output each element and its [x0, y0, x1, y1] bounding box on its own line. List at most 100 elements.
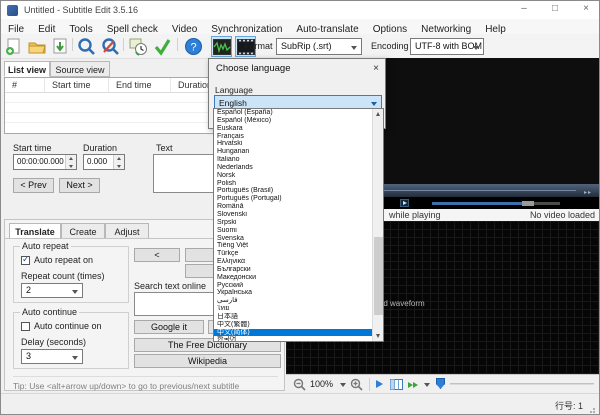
- language-option[interactable]: ไทย: [214, 305, 373, 313]
- chevron-down-icon[interactable]: [340, 383, 346, 387]
- waveform-toolbar: 100%: [286, 374, 600, 393]
- auto-repeat-checkbox[interactable]: Auto repeat on: [21, 255, 93, 265]
- scroll-up-icon[interactable]: [373, 109, 383, 119]
- language-option[interactable]: Polish: [214, 180, 373, 188]
- tab-source-view[interactable]: Source view: [50, 61, 110, 77]
- maximize-button[interactable]: □: [542, 1, 568, 19]
- video-position-icon[interactable]: [390, 378, 403, 391]
- find-icon[interactable]: [76, 36, 97, 57]
- fast-forward-icon[interactable]: [408, 380, 418, 390]
- dropdown-scrollbar[interactable]: [372, 109, 383, 341]
- new-file-icon[interactable]: [3, 36, 24, 57]
- language-option[interactable]: Srpski: [214, 219, 373, 227]
- language-option[interactable]: Svenska: [214, 235, 373, 243]
- tab-translate[interactable]: Translate: [9, 223, 61, 239]
- waveform-toggle-icon[interactable]: [211, 36, 232, 57]
- language-option[interactable]: Slovenski: [214, 211, 373, 219]
- language-option[interactable]: Македонски: [214, 274, 373, 282]
- checkbox-icon[interactable]: [21, 256, 30, 265]
- close-button[interactable]: ×: [573, 1, 599, 19]
- stepper-arrows[interactable]: [65, 155, 76, 169]
- language-option[interactable]: Ελληνικά: [214, 258, 373, 266]
- open-file-icon[interactable]: [26, 36, 47, 57]
- prev-button[interactable]: < Prev: [13, 178, 54, 193]
- resize-grip-icon[interactable]: [590, 407, 596, 413]
- auto-continue-group: Auto continue Auto continue on Delay (se…: [13, 312, 129, 369]
- play-pause-icon[interactable]: [400, 199, 409, 207]
- language-option[interactable]: Română: [214, 203, 373, 211]
- language-listbox: Español (España)Español (México)EuskaraF…: [214, 109, 373, 342]
- zoom-out-icon[interactable]: [293, 378, 306, 391]
- position-track[interactable]: [450, 383, 594, 385]
- tab-adjust[interactable]: Adjust: [105, 223, 149, 239]
- language-option[interactable]: Українська: [214, 289, 373, 297]
- chevron-down-icon: [371, 102, 377, 106]
- duration-stepper[interactable]: 0.000: [83, 154, 125, 170]
- stepper-arrows[interactable]: [113, 155, 124, 169]
- language-option[interactable]: Nederlands: [214, 164, 373, 172]
- language-option[interactable]: Español (México): [214, 117, 373, 125]
- encoding-label: Encoding: [371, 34, 409, 59]
- scroll-down-icon[interactable]: [373, 331, 383, 341]
- scrollbar-thumb[interactable]: [374, 237, 383, 315]
- start-time-stepper[interactable]: 00:00:00.000: [13, 154, 77, 170]
- language-option[interactable]: 中文(简体): [214, 329, 373, 337]
- column-header[interactable]: End time: [109, 78, 171, 92]
- chevron-down-icon: [72, 290, 78, 294]
- column-header[interactable]: #: [5, 78, 45, 92]
- language-option[interactable]: 日本語: [214, 313, 373, 321]
- language-option[interactable]: Português (Portugal): [214, 195, 373, 203]
- position-marker[interactable]: [436, 378, 445, 389]
- language-option[interactable]: Français: [214, 133, 373, 141]
- language-option[interactable]: Suomi: [214, 227, 373, 235]
- spell-check-icon[interactable]: [152, 36, 173, 57]
- volume-slider[interactable]: [432, 202, 560, 205]
- play-prev-button[interactable]: <: [134, 248, 180, 262]
- tab-create[interactable]: Create: [61, 223, 105, 239]
- language-option[interactable]: Hungarian: [214, 148, 373, 156]
- wikipedia-button[interactable]: Wikipedia: [134, 354, 281, 368]
- while-playing-label[interactable]: while playing: [389, 209, 441, 221]
- checkbox-icon[interactable]: [21, 322, 30, 331]
- language-option[interactable]: Italiano: [214, 156, 373, 164]
- language-option[interactable]: Tiếng Việt: [214, 242, 373, 250]
- auto-continue-checkbox[interactable]: Auto continue on: [21, 321, 102, 331]
- help-icon[interactable]: ?: [183, 36, 204, 57]
- replace-icon[interactable]: [100, 36, 121, 57]
- volume-knob[interactable]: [522, 201, 534, 206]
- language-option[interactable]: Español (España): [214, 109, 373, 117]
- chevron-down-icon[interactable]: [424, 383, 430, 387]
- delay-label: Delay (seconds): [21, 337, 86, 347]
- repeat-count-select[interactable]: 2: [21, 283, 83, 298]
- tab-list-view[interactable]: List view: [4, 61, 50, 77]
- title-bar: Untitled - Subtitle Edit 3.5.16 – □ ×: [1, 1, 599, 19]
- column-header[interactable]: Start time: [45, 78, 109, 92]
- menu-bar: FileEditToolsSpell checkVideoSynchroniza…: [1, 19, 599, 34]
- dialog-title-bar[interactable]: Choose language ×: [209, 59, 385, 78]
- chevron-down-icon: [351, 46, 357, 50]
- save-icon[interactable]: [49, 36, 70, 57]
- dialog-close-icon[interactable]: ×: [373, 59, 379, 78]
- minimize-button[interactable]: –: [511, 1, 537, 19]
- visual-sync-icon[interactable]: [128, 36, 149, 57]
- language-option[interactable]: 中文(繁體): [214, 321, 373, 329]
- language-option[interactable]: Русский: [214, 282, 373, 290]
- encoding-select[interactable]: UTF-8 with BOM: [410, 38, 484, 55]
- language-option[interactable]: Türkçe: [214, 250, 373, 258]
- delay-select[interactable]: 3: [21, 349, 83, 364]
- zoom-level-value[interactable]: 100%: [310, 379, 333, 389]
- language-option[interactable]: Hrvatski: [214, 140, 373, 148]
- language-option[interactable]: Norsk: [214, 172, 373, 180]
- waveform-play-icon[interactable]: [376, 380, 383, 388]
- app-icon: [7, 5, 18, 16]
- google-it-button[interactable]: Google it: [134, 320, 204, 334]
- format-select[interactable]: SubRip (.srt): [276, 38, 362, 55]
- next-button[interactable]: Next >: [59, 178, 100, 193]
- language-option[interactable]: 한국어: [214, 336, 373, 342]
- language-option[interactable]: Български: [214, 266, 373, 274]
- language-option[interactable]: Português (Brasil): [214, 187, 373, 195]
- language-option[interactable]: Euskara: [214, 125, 373, 133]
- language-option[interactable]: فارسی: [214, 297, 373, 305]
- chevron-down-icon: [473, 46, 479, 50]
- zoom-in-icon[interactable]: [350, 378, 363, 391]
